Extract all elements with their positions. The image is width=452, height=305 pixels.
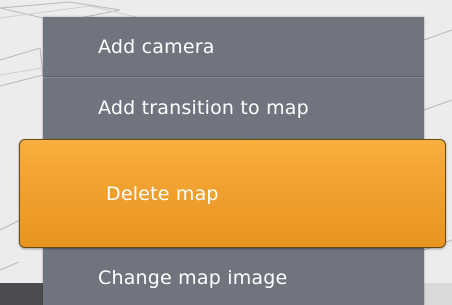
menu-item-add-transition[interactable]: Add transition to map — [43, 91, 424, 133]
menu-item-change-map-image[interactable]: Change map image — [43, 259, 424, 305]
menu-item-label: Add transition to map — [98, 97, 309, 119]
menu-item-add-camera[interactable]: Add camera — [43, 33, 424, 73]
menu-separator — [43, 76, 424, 78]
menu-item-label: Change map image — [98, 267, 288, 289]
menu-item-label: Add camera — [98, 36, 215, 58]
bottom-strip-edge — [424, 283, 452, 305]
menu-item-delete-map[interactable]: Delete map — [19, 139, 446, 248]
menu-item-label: Delete map — [106, 183, 219, 205]
